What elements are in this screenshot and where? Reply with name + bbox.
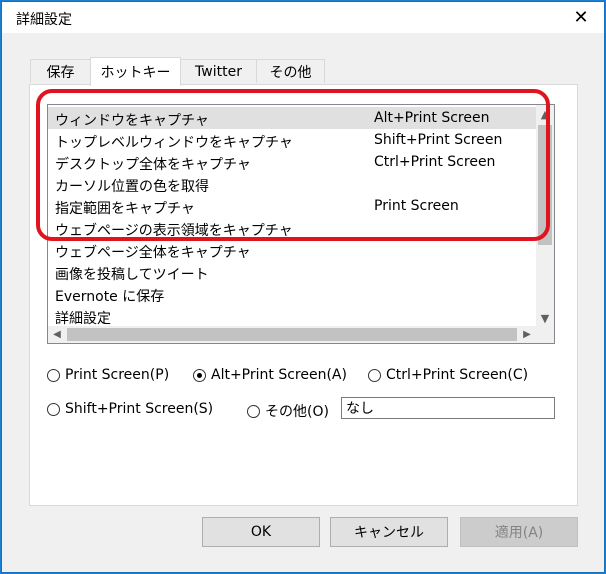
radio-label: Shift+Print Screen(S)	[65, 401, 214, 417]
radio-alt-print-screen[interactable]: Alt+Print Screen(A)	[193, 367, 347, 383]
list-item[interactable]: 詳細設定	[48, 305, 536, 327]
ok-button[interactable]: OK	[202, 517, 320, 547]
tab-other[interactable]: その他	[256, 59, 325, 83]
radio-circle	[47, 402, 60, 416]
list-item[interactable]: ウィンドウをキャプチャ Alt+Print Screen	[48, 107, 536, 129]
radio-label: Print Screen(P)	[65, 367, 170, 383]
hotkey-name: トップレベルウィンドウをキャプチャ	[55, 135, 293, 151]
hotkey-name: 詳細設定	[55, 311, 111, 327]
tab-save[interactable]: 保存	[30, 59, 91, 83]
list-item[interactable]: Evernote に保存	[48, 283, 536, 305]
scroll-down-icon[interactable]: ▼	[536, 309, 554, 327]
radio-ctrl-print-screen[interactable]: Ctrl+Print Screen(C)	[368, 367, 528, 383]
hotkey-key: Shift+Print Screen	[374, 132, 503, 148]
scroll-right-icon[interactable]: ▶	[518, 326, 536, 343]
tab-label: Twitter	[195, 63, 242, 80]
radio-circle	[47, 368, 60, 382]
hotkey-name: カーソル位置の色を取得	[55, 179, 209, 195]
tab-twitter[interactable]: Twitter	[180, 59, 257, 83]
tab-label: 保存	[46, 64, 75, 81]
button-label: 適用(A)	[494, 525, 544, 541]
apply-button[interactable]: 適用(A)	[460, 517, 578, 547]
title-bar: 詳細設定 ✕	[2, 2, 604, 33]
list-item[interactable]: 画像を投稿してツイート	[48, 261, 536, 283]
hotkey-name: Evernote に保存	[55, 289, 165, 305]
scroll-thumb[interactable]	[67, 328, 517, 341]
hotkey-list[interactable]: ウィンドウをキャプチャ Alt+Print Screen トップレベルウィンドウを…	[47, 104, 555, 344]
radio-circle	[247, 404, 260, 418]
horizontal-scrollbar[interactable]: ◀ ▶	[48, 326, 536, 343]
vertical-scrollbar[interactable]: ▲ ▼	[536, 105, 554, 327]
tab-label: ホットキー	[100, 65, 171, 81]
tab-hotkey[interactable]: ホットキー	[90, 57, 181, 86]
list-item[interactable]: 指定範囲をキャプチャ Print Screen	[48, 195, 536, 217]
button-label: OK	[250, 524, 272, 540]
close-button[interactable]: ✕	[558, 2, 604, 33]
radio-label: Alt+Print Screen(A)	[211, 367, 347, 383]
hotkey-key: Alt+Print Screen	[374, 110, 490, 126]
hotkey-key: Ctrl+Print Screen	[374, 154, 496, 170]
list-item[interactable]: デスクトップ全体をキャプチャ Ctrl+Print Screen	[48, 151, 536, 173]
list-item[interactable]: ウェブページの表示領域をキャプチャ	[48, 217, 536, 239]
radio-other[interactable]: その他(O)	[247, 401, 329, 421]
scroll-left-icon[interactable]: ◀	[48, 326, 66, 343]
scroll-thumb[interactable]	[538, 125, 552, 245]
radio-print-screen[interactable]: Print Screen(P)	[47, 367, 169, 383]
radio-label: その他(O)	[265, 404, 329, 420]
button-label: キャンセル	[354, 525, 424, 541]
list-item[interactable]: カーソル位置の色を取得	[48, 173, 536, 195]
radio-label: Ctrl+Print Screen(C)	[386, 367, 529, 383]
tab-label: その他	[269, 64, 312, 81]
hotkey-name: ウェブページの表示領域をキャプチャ	[55, 223, 293, 239]
scroll-corner	[536, 326, 554, 343]
window-title: 詳細設定	[16, 12, 72, 28]
radio-circle	[368, 368, 381, 382]
list-item[interactable]: トップレベルウィンドウをキャプチャ Shift+Print Screen	[48, 129, 536, 151]
hotkey-key: Print Screen	[374, 198, 459, 214]
hotkey-name: ウェブページ全体をキャプチャ	[55, 245, 251, 261]
scroll-up-icon[interactable]: ▲	[536, 105, 554, 123]
hotkey-name: 指定範囲をキャプチャ	[55, 201, 195, 217]
hotkey-name: ウィンドウをキャプチャ	[55, 113, 209, 129]
cancel-button[interactable]: キャンセル	[330, 517, 448, 547]
hotkey-name: デスクトップ全体をキャプチャ	[55, 157, 251, 173]
radio-shift-print-screen[interactable]: Shift+Print Screen(S)	[47, 401, 213, 417]
close-icon: ✕	[573, 7, 589, 28]
list-item[interactable]: ウェブページ全体をキャプチャ	[48, 239, 536, 261]
hotkey-name: 画像を投稿してツイート	[55, 267, 209, 283]
other-key-input[interactable]	[341, 397, 555, 419]
radio-circle	[193, 368, 206, 382]
